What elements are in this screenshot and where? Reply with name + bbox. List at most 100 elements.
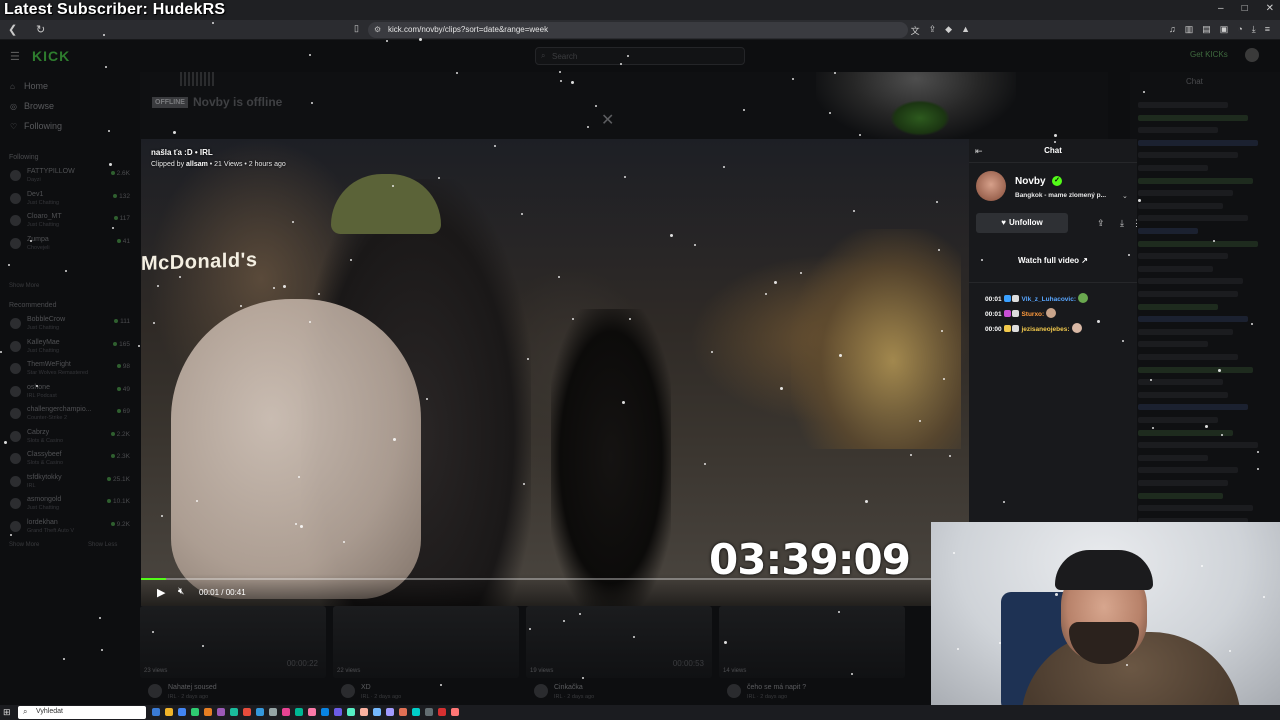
wallet-icon[interactable]: ▣ (1220, 24, 1229, 37)
hamburger-icon[interactable]: ☰ (10, 50, 20, 63)
show-more-recommended[interactable]: Show More (9, 542, 39, 548)
taskbar-app-icon[interactable] (217, 708, 225, 716)
taskbar-app-icon[interactable] (178, 708, 186, 716)
thumbnail-avatar[interactable] (534, 684, 548, 698)
sidebar-channel[interactable]: FATTYPILLOW Dayzi 2.6K (8, 166, 134, 188)
sidebar-channel[interactable]: Dev1 Just Chatting 132 (8, 189, 134, 211)
taskbar-app-icon[interactable] (438, 708, 446, 716)
windows-start-icon[interactable]: ⊞ (3, 707, 11, 718)
thumbnail-title[interactable]: Nahatej soused (168, 684, 217, 691)
download-icon[interactable]: ⤓ (1252, 24, 1256, 37)
streamer-avatar[interactable] (976, 171, 1006, 201)
nav-following[interactable]: ♡ Following (10, 121, 62, 131)
channel-category: Just Chatting (27, 505, 60, 511)
chat-username[interactable]: Sturxo: (1021, 311, 1044, 318)
url-field[interactable]: ⚙ kick.com/novby/clips?sort=date&range=w… (368, 22, 908, 38)
sidebar-channel[interactable]: ThemWeFight Star Wolves Remastered 98 (8, 359, 134, 381)
progress-bar[interactable] (141, 578, 969, 580)
close-icon[interactable]: ✕ (601, 110, 614, 130)
menu-icon[interactable]: ≡ (1265, 24, 1270, 37)
show-more-following[interactable]: Show More (9, 283, 39, 289)
chat-username[interactable]: Vlk_z_Luhacovic: (1021, 296, 1076, 303)
taskbar-app-icon[interactable] (451, 708, 459, 716)
taskbar-app-icon[interactable] (269, 708, 277, 716)
taskbar-app-icon[interactable] (295, 708, 303, 716)
share-icon[interactable]: ⇪ (1097, 218, 1105, 229)
thumbnail-avatar[interactable] (727, 684, 741, 698)
thumbnail-avatar[interactable] (148, 684, 162, 698)
thumbnail-title[interactable]: Cinkačka (554, 684, 583, 691)
taskbar-app-icon[interactable] (412, 708, 420, 716)
thumbnail-title[interactable]: XD (361, 684, 371, 691)
watch-full-video-link[interactable]: Watch full video ↗ (969, 256, 1137, 265)
kick-logo[interactable]: KICK (32, 48, 70, 64)
sidebar-channel[interactable]: Zumpa Chovejeli 41 (8, 234, 134, 256)
taskbar-app-icon[interactable] (399, 708, 407, 716)
minimize-button[interactable]: – (1218, 3, 1224, 14)
nav-home[interactable]: ⌂ Home (10, 81, 48, 91)
sidebar-channel[interactable]: oshone IRL Podcast 49 (8, 382, 134, 404)
taskbar-app-icon[interactable] (360, 708, 368, 716)
taskbar-app-icon[interactable] (191, 708, 199, 716)
taskbar-app-icon[interactable] (321, 708, 329, 716)
sidebar-channel[interactable]: lordekhan Grand Theft Auto V 9.2K (8, 517, 134, 539)
show-less[interactable]: Show Less (88, 542, 117, 548)
sidebar-channel[interactable]: Cabrzy Slots & Casino 2.2K (8, 427, 134, 449)
maximize-button[interactable]: □ (1242, 3, 1248, 14)
taskbar-app-icon[interactable] (152, 708, 160, 716)
thumbnail-title[interactable]: čeho se má napit ? (747, 684, 806, 691)
clip-thumbnail[interactable]: 14 views (719, 606, 905, 678)
taskbar-app-icon[interactable] (256, 708, 264, 716)
taskbar-app-icon[interactable] (334, 708, 342, 716)
nav-browse[interactable]: ◎ Browse (10, 101, 54, 111)
more-options-icon[interactable]: ⋮ (1132, 218, 1141, 229)
taskbar-app-icon[interactable] (282, 708, 290, 716)
clip-thumbnail[interactable]: 19 views 00:00:53 (526, 606, 712, 678)
play-icon[interactable]: ▶ (157, 586, 165, 599)
user-avatar[interactable] (1245, 48, 1259, 62)
taskbar-app-icon[interactable] (386, 708, 394, 716)
taskbar-app-icon[interactable] (165, 708, 173, 716)
extension-icon[interactable]: ▲ (961, 24, 970, 37)
thumbnail-avatar[interactable] (341, 684, 355, 698)
chat-username[interactable]: jezisaneojebes: (1021, 326, 1069, 333)
share-icon[interactable]: ⇪ (929, 24, 937, 37)
mute-icon[interactable]: 🔇︎ (178, 586, 184, 597)
sidebar-channel[interactable]: KalleyMae Just Chatting 165 (8, 337, 134, 359)
clipper-link[interactable]: allsam (186, 161, 208, 168)
clip-thumbnail[interactable]: 22 views (333, 606, 519, 678)
chevron-down-icon[interactable]: ⌄ (1122, 192, 1128, 200)
sidebar-channel[interactable]: tsfdkytokky IRL 25.1K (8, 472, 134, 494)
sidebar-channel[interactable]: Cloaro_MT Just Chatting 117 (8, 211, 134, 233)
kick-search-input[interactable]: ⌕ Search (535, 47, 745, 65)
sidebar-channel[interactable]: BobbleCrow Just Chatting 111 (8, 314, 134, 336)
shield-icon[interactable]: ◆ (945, 24, 952, 37)
sidebar-channel[interactable]: Classybeef Slots & Casino 2.3K (8, 449, 134, 471)
taskbar-app-icon[interactable] (308, 708, 316, 716)
streamer-name[interactable]: Novby (1015, 176, 1046, 187)
taskbar-app-icon[interactable] (425, 708, 433, 716)
back-icon[interactable]: ❮ (8, 23, 17, 36)
clip-thumbnail[interactable]: 23 views 00:00:22 (140, 606, 326, 678)
taskbar-app-icon[interactable] (204, 708, 212, 716)
bookmark-icon[interactable]: ▯ (354, 23, 359, 34)
history-icon[interactable]: ◔ (1237, 24, 1242, 37)
taskbar-app-icon[interactable] (243, 708, 251, 716)
taskbar-app-icon[interactable] (373, 708, 381, 716)
taskbar-app-icon[interactable] (230, 708, 238, 716)
sidebar-channel[interactable]: asmongold Just Chatting 10.1K (8, 494, 134, 516)
sidebar-icon[interactable]: ▥ (1185, 24, 1194, 37)
close-window-button[interactable]: ✕ (1266, 3, 1274, 14)
reading-icon[interactable]: ▤ (1202, 24, 1211, 37)
tune-icon[interactable]: ⚙ (374, 25, 381, 34)
download-clip-icon[interactable]: ⤓ (1120, 218, 1124, 229)
reload-icon[interactable]: ↻ (36, 23, 45, 36)
get-kicks-button[interactable]: Get KICKs (1190, 50, 1228, 59)
taskbar-app-icon[interactable] (347, 708, 355, 716)
taskbar-search[interactable]: ⌕ Vyhledat (18, 706, 146, 719)
translate-icon[interactable]: 文 (911, 24, 920, 37)
unfollow-button[interactable]: ♥ Unfollow (976, 213, 1068, 233)
music-icon[interactable]: ♫ (1169, 24, 1176, 37)
clip-video[interactable]: McDonald's našla ťa :D • IRL Clipped by … (141, 139, 969, 606)
sidebar-channel[interactable]: challengerchampio... Counter-Strike 2 69 (8, 404, 134, 426)
